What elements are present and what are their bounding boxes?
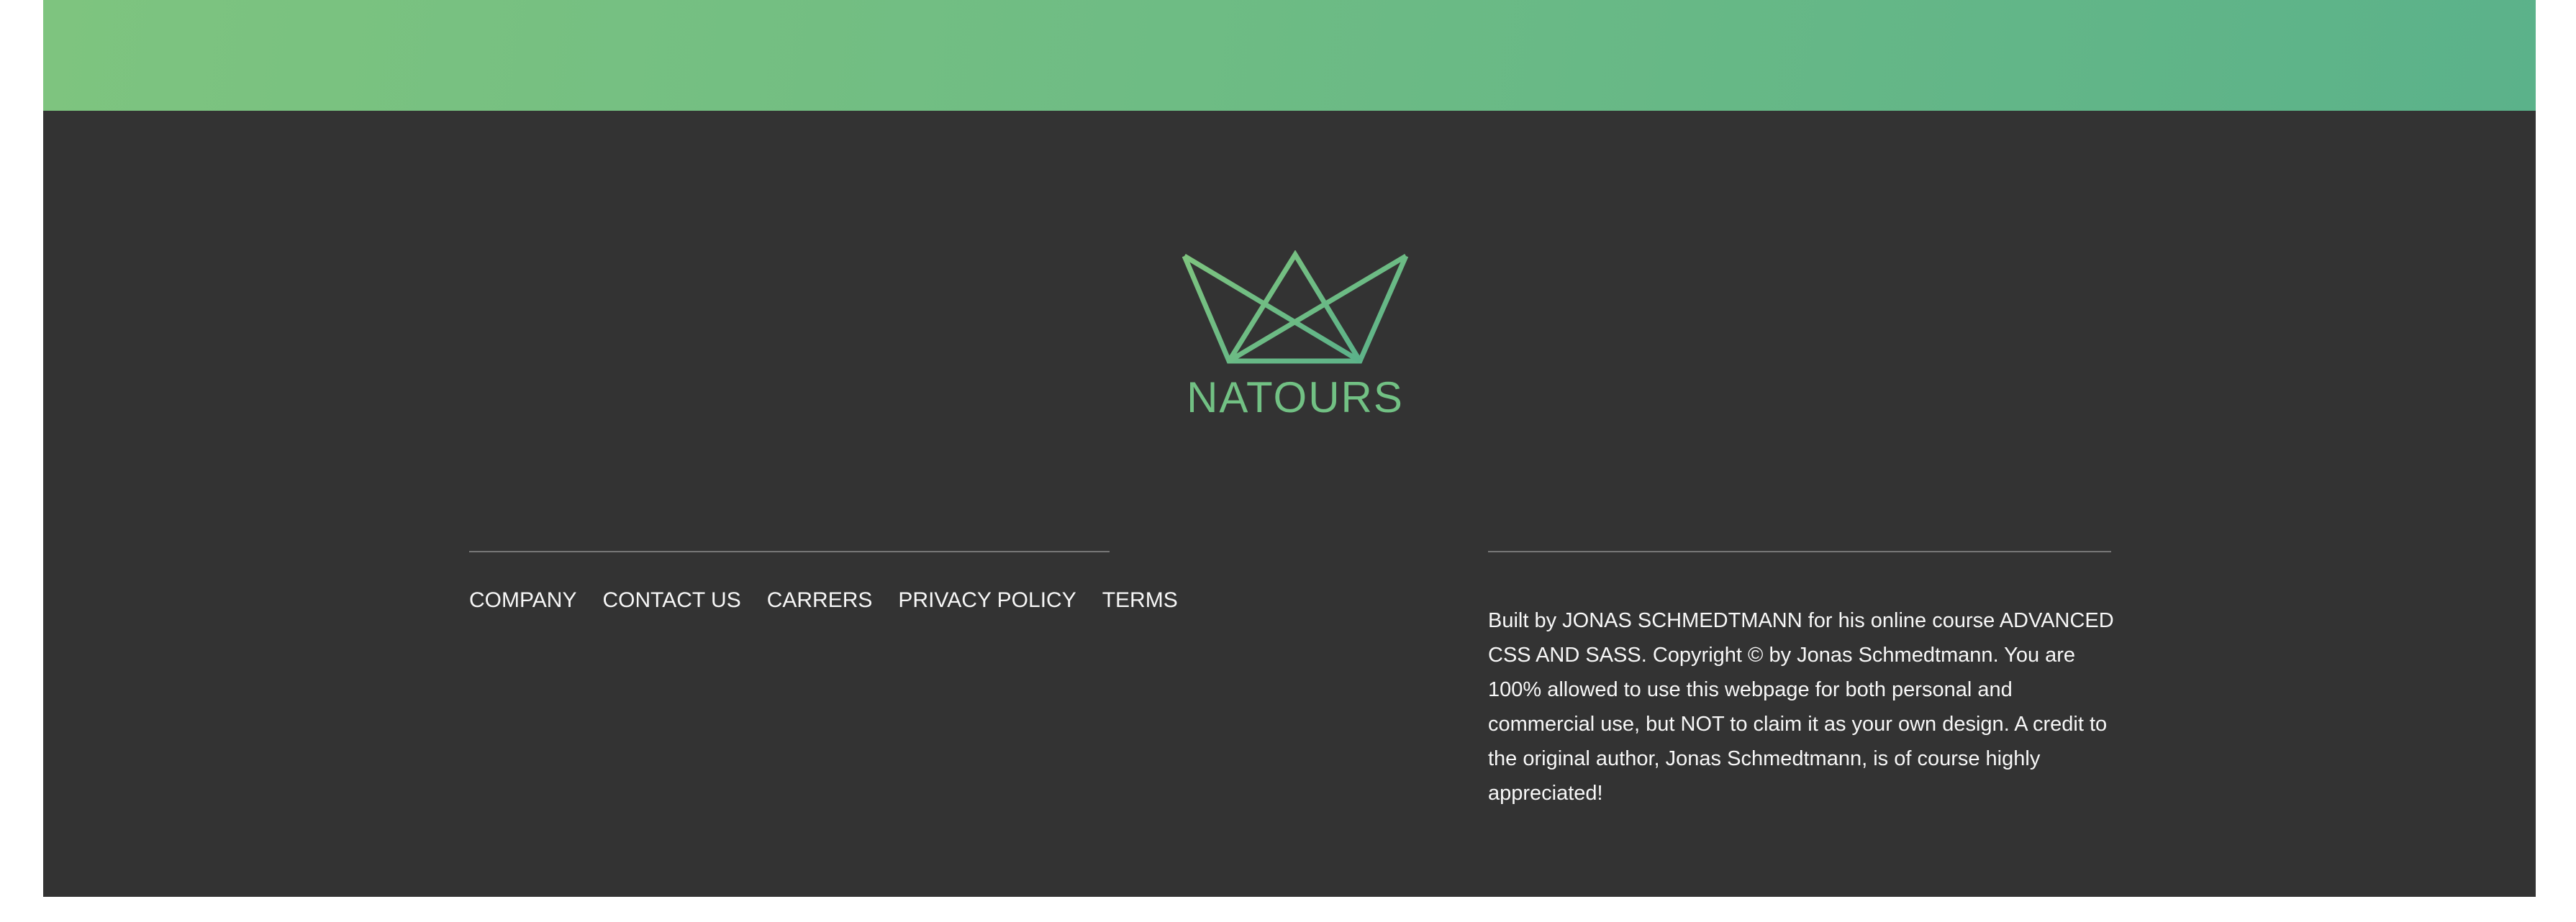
footer-logo[interactable]: NATOURS (1180, 250, 1410, 421)
footer-link-carrers[interactable]: CARRERS (767, 583, 873, 619)
footer-navigation: COMPANY CONTACT US CARRERS PRIVACY POLIC… (469, 583, 1178, 619)
section-gradient-band (43, 0, 2536, 111)
footer-link-terms[interactable]: TERMS (1102, 583, 1178, 619)
crown-logo-icon (1182, 250, 1409, 364)
footer-divider-left (469, 551, 1110, 552)
footer-divider-right (1488, 551, 2111, 552)
footer-link-company[interactable]: COMPANY (469, 583, 576, 619)
site-footer: NATOURS COMPANY CONTACT US CARRERS PRIVA… (43, 111, 2536, 897)
footer-copyright: Built by JONAS SCHMEDTMANN for his onlin… (1488, 609, 2114, 805)
logo-wordmark: NATOURS (1187, 373, 1404, 421)
footer-link-contact-us[interactable]: CONTACT US (602, 583, 740, 619)
page: NATOURS COMPANY CONTACT US CARRERS PRIVA… (43, 0, 2536, 897)
footer-link-privacy-policy[interactable]: PRIVACY POLICY (898, 583, 1076, 619)
